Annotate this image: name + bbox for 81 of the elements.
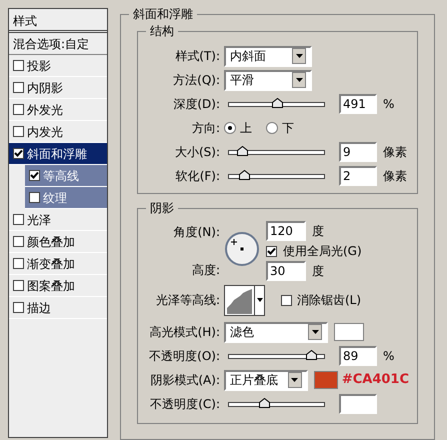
input-field[interactable]: 9 (339, 142, 377, 162)
field-label: 不透明度(O): (148, 348, 220, 365)
style-item[interactable]: 投影 (9, 55, 107, 77)
color-swatch[interactable] (314, 371, 338, 389)
group-title: 结构 (146, 24, 178, 38)
dropdown[interactable]: 正片叠底 (224, 370, 308, 390)
input-field[interactable]: 120 (266, 221, 306, 241)
slider-thumb[interactable] (236, 146, 248, 156)
input-field[interactable]: 2 (339, 166, 377, 186)
checkbox-label: 使用全局光(G) (283, 243, 362, 260)
checkbox[interactable] (13, 104, 24, 115)
checkbox[interactable] (13, 302, 24, 313)
style-item[interactable]: 内阴影 (9, 77, 107, 99)
checkbox[interactable] (13, 280, 24, 291)
style-item[interactable]: 颜色叠加 (9, 231, 107, 253)
caret-icon (291, 378, 298, 382)
group-title: 阴影 (146, 201, 178, 215)
style-item[interactable]: 渐变叠加 (9, 253, 107, 275)
unit-label: 像素 (383, 168, 407, 185)
checkbox[interactable] (29, 170, 40, 181)
slider-thumb[interactable] (239, 170, 250, 180)
checkbox[interactable] (13, 148, 24, 159)
field-label: 方向: (190, 120, 220, 137)
color-code-annotation: #CA401C (342, 371, 409, 390)
contour-picker[interactable] (224, 284, 265, 316)
angle-dial[interactable] (224, 231, 260, 267)
unit-label: 度 (312, 263, 324, 280)
field-label: 软化(F): (174, 168, 220, 185)
checkbox-label: 消除锯齿(L) (297, 292, 362, 309)
style-subitem[interactable]: 等高线 (25, 165, 107, 187)
radio-label: 下 (282, 120, 294, 137)
radio-button[interactable] (266, 122, 278, 134)
checkbox[interactable] (13, 214, 24, 225)
style-item[interactable]: 描边 (9, 297, 107, 319)
slider-thumb[interactable] (259, 398, 270, 408)
field-label: 方法(Q): (172, 72, 220, 89)
dropdown[interactable]: 平滑 (224, 70, 312, 90)
caret-icon (296, 54, 302, 58)
field-label: 阴影模式(A): (149, 372, 220, 389)
checkbox[interactable] (13, 236, 24, 247)
slider-thumb[interactable] (272, 98, 283, 108)
radio-label: 上 (240, 120, 252, 137)
field-label: 高光模式(H): (148, 324, 220, 341)
unit-label: 像素 (383, 144, 407, 161)
checkbox[interactable] (13, 126, 24, 137)
input-field[interactable]: 89 (339, 346, 377, 366)
dropdown[interactable]: 内斜面 (224, 46, 312, 66)
unit-label: % (383, 96, 394, 113)
input-field[interactable]: 491 (339, 94, 377, 114)
field-label: 高度: (192, 262, 220, 279)
list-header: 样式 (9, 9, 107, 33)
checkbox[interactable] (281, 294, 292, 306)
input-field[interactable] (339, 394, 377, 414)
color-swatch[interactable] (334, 323, 364, 341)
blend-options-item[interactable]: 混合选项:自定 (9, 33, 107, 55)
field-label: 深度(D): (172, 96, 220, 113)
style-item[interactable]: 光泽 (9, 209, 107, 231)
field-label: 大小(S): (174, 144, 220, 161)
style-item[interactable]: 斜面和浮雕 (9, 143, 107, 165)
caret-icon (312, 330, 318, 334)
field-label: 样式(T): (174, 48, 220, 65)
field-label: 角度(N): (174, 224, 220, 241)
checkbox[interactable] (13, 82, 24, 93)
caret-icon (256, 298, 262, 302)
slider-thumb[interactable] (306, 350, 317, 360)
checkbox[interactable] (13, 60, 24, 71)
style-item[interactable]: 图案叠加 (9, 275, 107, 297)
dropdown[interactable]: 滤色 (224, 322, 328, 342)
field-label: 不透明度(C): (149, 396, 220, 413)
panel-title: 斜面和浮雕 (129, 7, 197, 21)
radio-button[interactable] (224, 122, 236, 134)
checkbox[interactable] (13, 258, 24, 269)
style-subitem[interactable]: 纹理 (25, 187, 107, 209)
field-label: 光泽等高线: (154, 292, 220, 309)
caret-icon (296, 78, 302, 82)
input-field[interactable]: 30 (266, 261, 306, 281)
style-item[interactable]: 外发光 (9, 99, 107, 121)
checkbox[interactable] (29, 192, 40, 203)
unit-label: % (383, 348, 394, 365)
checkbox[interactable] (266, 246, 277, 256)
unit-label: 度 (312, 223, 324, 240)
